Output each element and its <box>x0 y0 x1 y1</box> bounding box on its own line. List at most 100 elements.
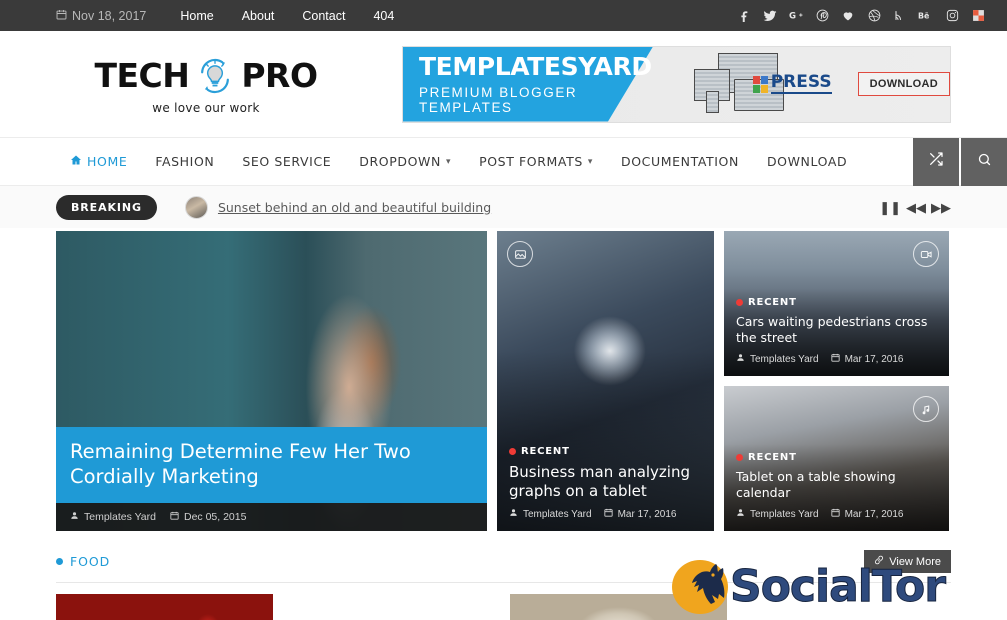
author-name: Templates Yard <box>750 353 819 365</box>
featured-side-meta-1: Templates Yard Mar 17, 2016 <box>736 353 937 365</box>
nav-item-dropdown[interactable]: DROPDOWN ▾ <box>345 138 465 185</box>
dribbble-icon[interactable] <box>861 3 887 29</box>
featured-middle-column: RECENT Business man analyzing graphs on … <box>497 231 714 531</box>
watermark-logo-icon <box>672 556 738 618</box>
shuffle-icon <box>928 151 944 172</box>
nav-item-download[interactable]: DOWNLOAD <box>753 138 861 185</box>
featured-side-meta-2: Templates Yard Mar 17, 2016 <box>736 508 937 520</box>
watermark-text: SocialTor <box>730 561 947 612</box>
top-link-contact[interactable]: Contact <box>288 9 359 23</box>
nav-item-post-formats[interactable]: POST FORMATS ▾ <box>465 138 607 185</box>
section-title-label: FOOD <box>70 554 111 569</box>
user-icon <box>70 511 79 523</box>
nav-item-fashion-label: FASHION <box>155 154 215 169</box>
bloglovin-heart-icon[interactable] <box>835 3 861 29</box>
status-dot <box>509 447 516 455</box>
nav-item-documentation-label: DOCUMENTATION <box>621 154 739 169</box>
food-card-1[interactable] <box>56 594 273 620</box>
author-meta: Templates Yard <box>736 508 819 520</box>
banner-title: TEMPLATESYARD <box>419 51 652 81</box>
date-meta: Mar 17, 2016 <box>603 508 677 520</box>
top-link-about[interactable]: About <box>228 9 289 23</box>
search-button[interactable] <box>961 137 1007 186</box>
user-icon <box>509 508 518 520</box>
rss-icon[interactable] <box>887 3 913 29</box>
food-image-2 <box>283 594 500 620</box>
lightbulb-icon <box>193 54 237 98</box>
featured-middle-title[interactable]: Business man analyzing graphs on a table… <box>509 463 702 501</box>
date-text: Nov 18, 2017 <box>72 8 147 23</box>
video-icon <box>913 241 939 267</box>
top-bar-left: Nov 18, 2017 Home About Contact 404 <box>56 9 408 23</box>
instagram-icon[interactable] <box>939 3 965 29</box>
logo-text-right: PRO <box>241 56 318 95</box>
bpress-word: PRESS <box>770 72 832 94</box>
recent-badge-label: RECENT <box>748 296 797 308</box>
author-meta: Templates Yard <box>70 511 156 523</box>
section-title[interactable]: FOOD <box>56 554 110 569</box>
chevron-down-icon: ▾ <box>445 156 452 167</box>
featured-middle-meta: Templates Yard Mar 17, 2016 <box>509 508 702 520</box>
site-logo[interactable]: TECH PRO we love our work <box>56 54 356 115</box>
ticker-controls: ❚❚ ◀◀ ▶▶ <box>879 201 951 214</box>
status-dot <box>736 298 743 306</box>
logo-row: TECH PRO <box>56 54 356 98</box>
nav-items: HOME FASHION SEO SERVICE DROPDOWN ▾ POST… <box>56 138 861 185</box>
calendar-icon <box>603 508 613 520</box>
ad-banner[interactable]: TEMPLATESYARD PREMIUM BLOGGER TEMPLATES … <box>402 45 951 123</box>
featured-middle-card[interactable]: RECENT Business man analyzing graphs on … <box>497 231 714 531</box>
social-links: G Bē <box>731 3 991 29</box>
author-name: Templates Yard <box>750 508 819 520</box>
nav-item-download-label: DOWNLOAD <box>766 154 848 169</box>
status-dot <box>736 453 743 461</box>
next-button[interactable]: ▶▶ <box>931 201 951 214</box>
food-card-2[interactable] <box>283 594 500 620</box>
pause-button[interactable]: ❚❚ <box>879 201 901 214</box>
logo-text-left: TECH <box>94 56 190 95</box>
featured-side-card-1[interactable]: RECENT Cars waiting pedestrians cross th… <box>724 231 949 376</box>
food-image-1 <box>56 594 273 620</box>
featured-side-card-2[interactable]: RECENT Tablet on a table showing calenda… <box>724 386 949 531</box>
nav-item-dropdown-label: DROPDOWN <box>359 154 441 169</box>
top-link-404[interactable]: 404 <box>359 9 408 23</box>
nav-item-documentation[interactable]: DOCUMENTATION <box>607 138 753 185</box>
featured-posts-grid: Remaining Determine Few Her Two Cordiall… <box>0 231 1007 531</box>
featured-side-title-2[interactable]: Tablet on a table showing calendar <box>736 469 937 502</box>
bpress-logo: PRESS <box>752 72 832 94</box>
post-date: Dec 05, 2015 <box>183 511 247 523</box>
main-navigation: HOME FASHION SEO SERVICE DROPDOWN ▾ POST… <box>0 137 1007 186</box>
featured-main-meta: Templates Yard Dec 05, 2015 <box>56 503 487 531</box>
twitter-icon[interactable] <box>757 3 783 29</box>
recent-badge: RECENT <box>736 297 797 308</box>
recent-badge-label: RECENT <box>748 451 797 463</box>
featured-main-card[interactable]: Remaining Determine Few Her Two Cordiall… <box>56 231 487 531</box>
featured-main-title[interactable]: Remaining Determine Few Her Two Cordiall… <box>56 426 487 503</box>
breaking-badge: BREAKING <box>56 194 157 220</box>
banner-download-button[interactable]: DOWNLOAD <box>857 72 950 96</box>
google-plus-icon[interactable]: G <box>783 3 809 29</box>
prev-button[interactable]: ◀◀ <box>906 201 926 214</box>
facebook-icon[interactable] <box>731 3 757 29</box>
date-meta: Mar 17, 2016 <box>830 353 904 365</box>
current-date: Nov 18, 2017 <box>56 9 146 23</box>
random-post-button[interactable] <box>913 137 959 186</box>
behance-icon[interactable]: Bē <box>913 3 939 29</box>
nav-item-fashion[interactable]: FASHION <box>141 138 228 185</box>
square-icon[interactable] <box>965 3 991 29</box>
watermark-horse-icon <box>692 564 725 604</box>
nav-item-seo-service[interactable]: SEO SERVICE <box>228 138 345 185</box>
author-name: Templates Yard <box>84 511 156 523</box>
featured-main-column: Remaining Determine Few Her Two Cordiall… <box>56 231 487 531</box>
breaking-thumbnail <box>184 195 208 219</box>
nav-item-home[interactable]: HOME <box>56 138 141 185</box>
post-date: Mar 17, 2016 <box>844 508 904 520</box>
breaking-headline[interactable]: Sunset behind an old and beautiful build… <box>218 200 491 215</box>
watermark: SocialTor <box>672 556 947 618</box>
banner-subtitle: PREMIUM BLOGGER TEMPLATES <box>419 84 578 115</box>
featured-side-title-1[interactable]: Cars waiting pedestrians cross the stree… <box>736 314 937 347</box>
pinterest-icon[interactable] <box>809 3 835 29</box>
featured-side-caption-1: RECENT Cars waiting pedestrians cross th… <box>724 283 949 377</box>
top-link-home[interactable]: Home <box>166 9 227 23</box>
recent-badge: RECENT <box>736 452 797 463</box>
author-meta: Templates Yard <box>736 353 819 365</box>
